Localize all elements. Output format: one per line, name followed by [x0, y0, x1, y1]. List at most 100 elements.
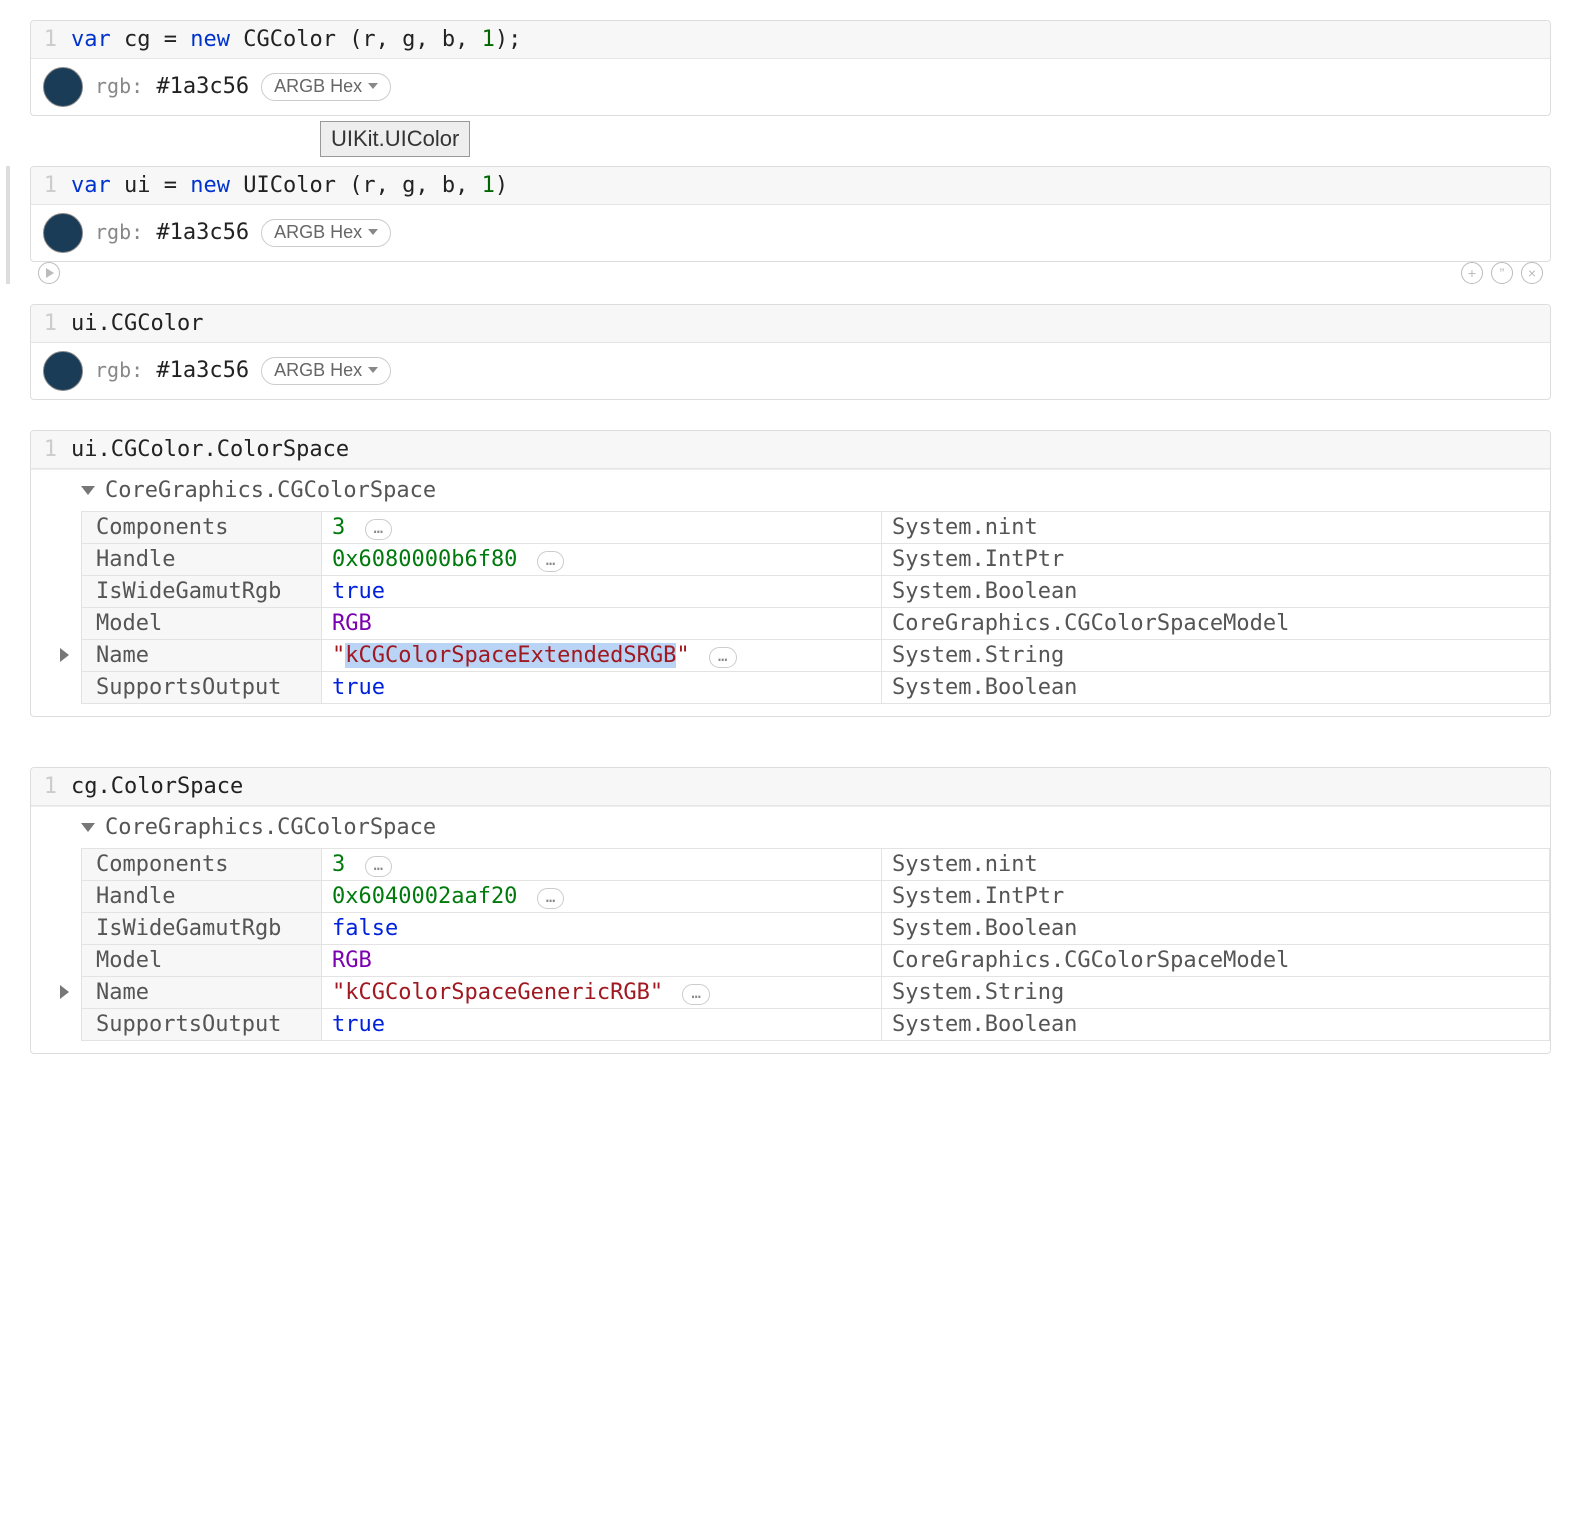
hex-value: #1a3c56	[156, 358, 249, 383]
color-swatch[interactable]	[43, 213, 83, 253]
expand-details-button[interactable]: …	[537, 888, 565, 909]
code-cell-2: 1 var ui = new UIColor (r, g, b, 1) rgb:…	[30, 166, 1551, 262]
code-cell-4: 1 ui.CGColor.ColorSpace CoreGraphics.CGC…	[30, 430, 1551, 717]
code-input-row[interactable]: 1 var ui = new UIColor (r, g, b, 1)	[31, 167, 1550, 205]
add-cell-button[interactable]: +	[1461, 262, 1483, 284]
code-input-row[interactable]: 1 ui.CGColor.ColorSpace	[31, 431, 1550, 469]
property-value: 3 …	[322, 512, 882, 544]
quote-cell-button[interactable]: ”	[1491, 262, 1513, 284]
object-inspector: CoreGraphics.CGColorSpace Components3 …S…	[31, 806, 1550, 1053]
property-type: System.IntPtr	[882, 881, 1550, 913]
chevron-down-icon	[368, 367, 378, 373]
property-value: "kCGColorSpaceGenericRGB" …	[322, 977, 882, 1009]
color-swatch[interactable]	[43, 67, 83, 107]
code-text: var ui = new UIColor (r, g, b, 1)	[71, 173, 508, 198]
property-type: System.Boolean	[882, 913, 1550, 945]
table-row: Handle0x6080000b6f80 …System.IntPtr	[82, 544, 1550, 576]
line-number: 1	[41, 173, 71, 198]
type-tooltip: UIKit.UIColor	[320, 121, 470, 157]
table-row: Name"kCGColorSpaceGenericRGB" …System.St…	[82, 977, 1550, 1009]
code-cell-3: 1 ui.CGColor rgb: #1a3c56 ARGB Hex	[30, 304, 1551, 400]
code-input-row[interactable]: 1 ui.CGColor	[31, 305, 1550, 343]
line-number: 1	[41, 437, 71, 462]
property-table: Components3 …System.nintHandle0x6040002a…	[81, 848, 1550, 1041]
cell-toolbar: + ” ×	[30, 262, 1551, 284]
object-inspector: CoreGraphics.CGColorSpace Components3 …S…	[31, 469, 1550, 716]
property-value: "kCGColorSpaceExtendedSRGB" …	[322, 640, 882, 672]
code-input-row[interactable]: 1 cg.ColorSpace	[31, 768, 1550, 806]
property-type: System.Boolean	[882, 1009, 1550, 1041]
table-row: Components3 …System.nint	[82, 512, 1550, 544]
expand-details-button[interactable]: …	[365, 856, 393, 877]
property-name: Handle	[82, 881, 322, 913]
property-table: Components3 …System.nintHandle0x6080000b…	[81, 511, 1550, 704]
rgb-label: rgb:	[95, 74, 143, 98]
table-row: Handle0x6040002aaf20 …System.IntPtr	[82, 881, 1550, 913]
color-output-row: rgb: #1a3c56 ARGB Hex	[31, 205, 1550, 261]
expand-details-button[interactable]: …	[365, 519, 393, 540]
property-type: System.String	[882, 640, 1550, 672]
property-type: System.nint	[882, 512, 1550, 544]
hex-value: #1a3c56	[156, 74, 249, 99]
format-dropdown[interactable]: ARGB Hex	[261, 219, 391, 247]
table-row: Name"kCGColorSpaceExtendedSRGB" …System.…	[82, 640, 1550, 672]
run-cell-button[interactable]	[38, 262, 60, 284]
property-name: Components	[82, 849, 322, 881]
color-swatch[interactable]	[43, 351, 83, 391]
expand-details-button[interactable]: …	[537, 551, 565, 572]
table-row: ModelRGBCoreGraphics.CGColorSpaceModel	[82, 945, 1550, 977]
property-value: RGB	[322, 608, 882, 640]
color-output-row: rgb: #1a3c56 ARGB Hex	[31, 343, 1550, 399]
line-number: 1	[41, 774, 71, 799]
table-row: IsWideGamutRgbfalseSystem.Boolean	[82, 913, 1550, 945]
format-dropdown[interactable]: ARGB Hex	[261, 73, 391, 101]
property-value: true	[322, 1009, 882, 1041]
property-name: SupportsOutput	[82, 1009, 322, 1041]
property-value: 0x6040002aaf20 …	[322, 881, 882, 913]
code-text: ui.CGColor	[71, 311, 203, 336]
format-dropdown[interactable]: ARGB Hex	[261, 357, 391, 385]
table-row: ModelRGBCoreGraphics.CGColorSpaceModel	[82, 608, 1550, 640]
property-name[interactable]: Name	[82, 640, 322, 672]
property-type: System.Boolean	[882, 576, 1550, 608]
color-output-row: rgb: #1a3c56 ARGB Hex	[31, 59, 1550, 115]
property-name: Model	[82, 608, 322, 640]
disclosure-right-icon	[60, 648, 69, 662]
disclosure-down-icon	[81, 823, 95, 832]
line-number: 1	[41, 27, 71, 52]
table-row: Components3 …System.nint	[82, 849, 1550, 881]
table-row: SupportsOutputtrueSystem.Boolean	[82, 672, 1550, 704]
code-text: var cg = new CGColor (r, g, b, 1);	[71, 27, 521, 52]
code-cell-5: 1 cg.ColorSpace CoreGraphics.CGColorSpac…	[30, 767, 1551, 1054]
code-input-row[interactable]: 1 var cg = new CGColor (r, g, b, 1);	[31, 21, 1550, 59]
chevron-down-icon	[368, 229, 378, 235]
object-type-header[interactable]: CoreGraphics.CGColorSpace	[31, 806, 1550, 848]
property-type: CoreGraphics.CGColorSpaceModel	[882, 608, 1550, 640]
active-cell-marker	[6, 166, 10, 284]
property-name: SupportsOutput	[82, 672, 322, 704]
property-value: false	[322, 913, 882, 945]
expand-details-button[interactable]: …	[709, 647, 737, 668]
table-row: IsWideGamutRgbtrueSystem.Boolean	[82, 576, 1550, 608]
property-name: Model	[82, 945, 322, 977]
rgb-label: rgb:	[95, 220, 143, 244]
property-name: Handle	[82, 544, 322, 576]
expand-details-button[interactable]: …	[682, 984, 710, 1005]
property-type: System.IntPtr	[882, 544, 1550, 576]
code-text: cg.ColorSpace	[71, 774, 243, 799]
table-row: SupportsOutputtrueSystem.Boolean	[82, 1009, 1550, 1041]
property-type: System.Boolean	[882, 672, 1550, 704]
play-icon	[46, 268, 54, 278]
cell-2-wrapper: UIKit.UIColor 1 var ui = new UIColor (r,…	[30, 166, 1551, 284]
property-name: IsWideGamutRgb	[82, 576, 322, 608]
line-number: 1	[41, 311, 71, 336]
property-type: CoreGraphics.CGColorSpaceModel	[882, 945, 1550, 977]
property-type: System.nint	[882, 849, 1550, 881]
code-cell-1: 1 var cg = new CGColor (r, g, b, 1); rgb…	[30, 20, 1551, 116]
property-value: 0x6080000b6f80 …	[322, 544, 882, 576]
property-name[interactable]: Name	[82, 977, 322, 1009]
object-type-header[interactable]: CoreGraphics.CGColorSpace	[31, 469, 1550, 511]
property-type: System.String	[882, 977, 1550, 1009]
property-name: Components	[82, 512, 322, 544]
close-cell-button[interactable]: ×	[1521, 262, 1543, 284]
